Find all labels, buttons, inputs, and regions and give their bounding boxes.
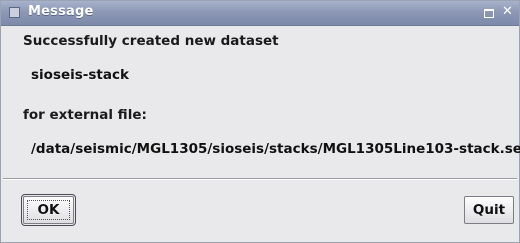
message-dialog: Message ✕ Successfully created new datas… <box>0 0 520 243</box>
quit-button[interactable]: Quit <box>464 196 514 224</box>
external-file-label: for external file: <box>23 107 147 123</box>
file-path: /data/seismic/MGL1305/sioseis/stacks/MGL… <box>31 141 520 157</box>
maximize-icon[interactable] <box>484 9 494 18</box>
quit-button-label: Quit <box>472 202 506 218</box>
divider <box>3 178 517 180</box>
window-menu-icon[interactable] <box>9 7 20 18</box>
dataset-name: sioseis-stack <box>31 67 129 83</box>
ok-button-label: OK <box>37 202 60 218</box>
ok-button[interactable]: OK <box>21 194 76 226</box>
title-bar[interactable]: Message ✕ <box>1 1 519 26</box>
message-text: Successfully created new dataset <box>23 33 279 49</box>
close-icon[interactable]: ✕ <box>501 5 514 18</box>
window-title: Message <box>28 4 94 19</box>
